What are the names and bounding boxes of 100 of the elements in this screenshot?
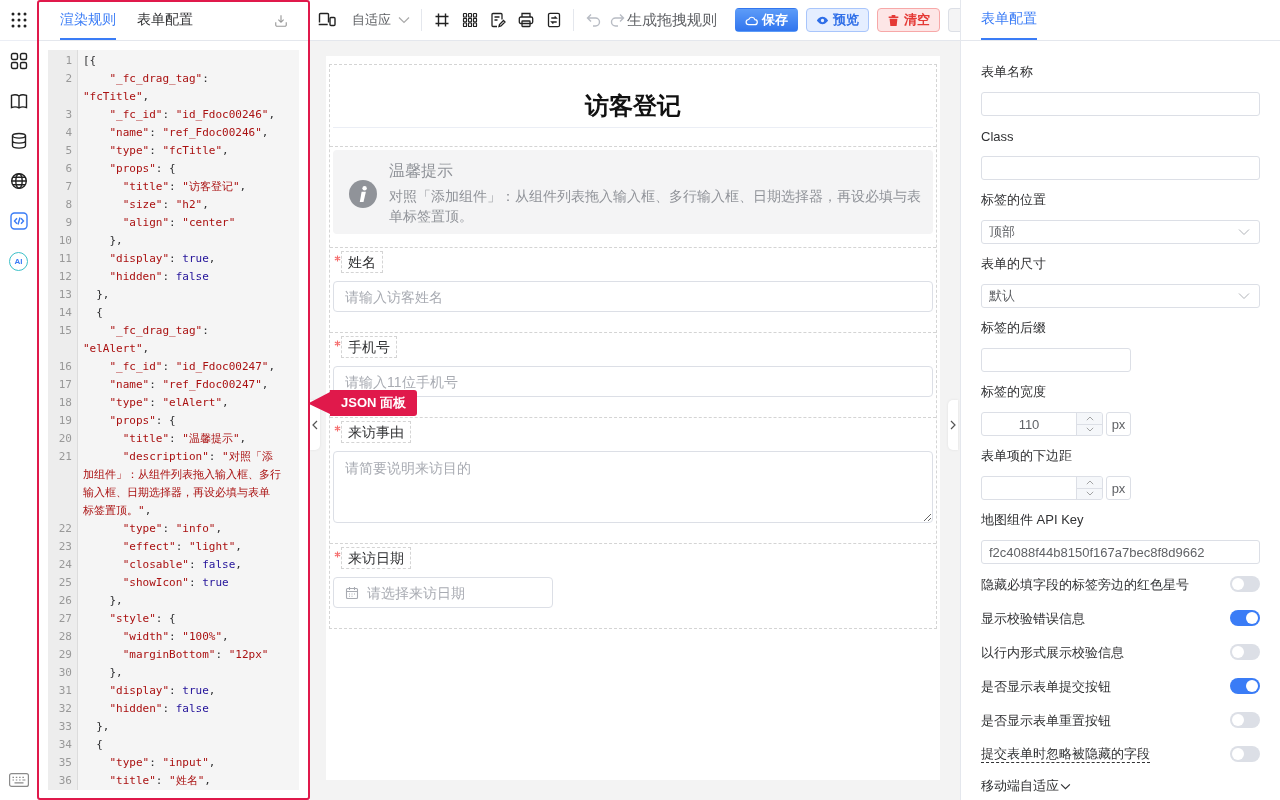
text-input[interactable] — [981, 156, 1260, 180]
field-label: 标签的位置 — [981, 191, 1046, 209]
generate-rules-button[interactable]: 生成拖拽规则 — [627, 10, 717, 30]
line-number: 25 — [58, 576, 72, 589]
toggle-switch[interactable] — [1230, 712, 1260, 728]
text-input[interactable] — [981, 92, 1260, 116]
select-field[interactable]: 顶部 — [981, 220, 1260, 244]
code-icon[interactable] — [9, 212, 28, 230]
line-number: 2 — [65, 72, 72, 85]
code-line: [{ — [83, 53, 97, 69]
monitor-phone-icon[interactable] — [318, 11, 336, 29]
code-line: "display": true, — [109, 683, 216, 699]
text-input[interactable]: 请输入访客姓名 — [333, 281, 933, 312]
line-number: 16 — [58, 360, 72, 373]
line-number: 12 — [58, 270, 72, 283]
form-title: 访客登记 — [585, 91, 681, 121]
code-line: 输入框、日期选择器，再设必填与表单 — [83, 485, 270, 501]
tab[interactable]: 表单配置 — [981, 0, 1037, 40]
line-number: 27 — [58, 612, 72, 625]
tab[interactable]: 表单配置 — [137, 2, 193, 40]
book-icon[interactable] — [9, 92, 28, 110]
code-line: "_fc_drag_tag": — [109, 71, 209, 87]
code-line: "elAlert", — [83, 341, 150, 357]
collapse-toggle[interactable]: 移动端自适应 — [981, 777, 1071, 795]
line-number: 18 — [58, 396, 72, 409]
toggle-switch[interactable] — [1230, 610, 1260, 626]
line-number: 1 — [65, 54, 72, 67]
date-picker[interactable]: 请选择来访日期 — [333, 577, 553, 608]
toggle-switch[interactable] — [1230, 746, 1260, 762]
code-line: "width": "100%", — [122, 629, 229, 645]
document-edit-icon[interactable] — [490, 12, 506, 28]
field-label: 标签的后缀 — [981, 319, 1046, 337]
text-input[interactable]: 请输入11位手机号 — [333, 366, 933, 397]
line-number: 10 — [58, 234, 72, 247]
toolbar-button[interactable]: 清空 — [877, 8, 940, 32]
line-number: 3 — [65, 108, 72, 121]
tab[interactable]: 渲染规则 — [60, 2, 116, 40]
code-line: 加组件」：从组件列表拖入输入框、多行 — [83, 467, 281, 483]
line-number: 13 — [58, 288, 72, 301]
line-number: 20 — [58, 432, 72, 445]
apps-menu-icon[interactable] — [9, 11, 28, 29]
switch-label: 是否显示表单提交按钮 — [981, 677, 1111, 695]
code-line: "type": "fcTitle", — [109, 143, 229, 159]
toolbar-button[interactable]: 预览 — [806, 8, 869, 32]
chevron-up-icon[interactable] — [1085, 479, 1094, 485]
switch-label: 提交表单时忽略被隐藏的字段 — [981, 745, 1150, 763]
code-line: 标签置顶。", — [83, 503, 152, 519]
code-line: "title": "访客登记", — [122, 179, 247, 195]
code-line: "_fc_id": "id_Fdoc00246", — [109, 107, 276, 123]
switch-label: 是否显示表单重置按钮 — [981, 711, 1111, 729]
code-line: }, — [109, 665, 123, 681]
switch-label: 显示校验错误信息 — [981, 609, 1085, 627]
toolbar-button[interactable] — [948, 8, 960, 32]
code-line: }, — [109, 593, 123, 609]
chevron-up-icon[interactable] — [1085, 415, 1094, 421]
code-line: "hidden": false — [109, 269, 209, 285]
toggle-switch[interactable] — [1230, 644, 1260, 660]
document-swap-icon[interactable] — [546, 12, 562, 28]
text-input[interactable]: f2c4088f44b8150f167a7bec8f8d9662 — [981, 540, 1260, 564]
field-label: 手机号 — [341, 336, 397, 358]
grid-icon[interactable] — [462, 12, 478, 28]
frame-icon[interactable] — [434, 12, 450, 28]
select-field[interactable]: 默认 — [981, 284, 1260, 308]
line-number: 36 — [58, 774, 72, 787]
grid-icon[interactable] — [9, 52, 28, 70]
toggle-switch[interactable] — [1230, 678, 1260, 694]
chevron-right-icon[interactable] — [950, 420, 956, 430]
field-label: 来访日期 — [341, 547, 411, 569]
alert-title: 温馨提示 — [389, 161, 453, 181]
number-stepper[interactable] — [1076, 413, 1102, 435]
line-number: 24 — [58, 558, 72, 571]
line-number: 6 — [65, 162, 72, 175]
chevron-down-icon[interactable] — [1060, 782, 1071, 790]
field-label: 姓名 — [341, 251, 383, 273]
trash-icon — [887, 13, 900, 27]
line-number: 8 — [65, 198, 72, 211]
code-line: "title": "姓名", — [109, 773, 211, 789]
printer-icon[interactable] — [518, 12, 534, 28]
text-input[interactable] — [981, 348, 1131, 372]
keyboard-icon[interactable] — [8, 773, 29, 787]
download-icon[interactable] — [274, 14, 288, 28]
textarea-field[interactable]: 请简要说明来访目的 — [333, 451, 933, 523]
code-line: "props": { — [109, 161, 176, 177]
toolbar-button[interactable]: 保存 — [735, 8, 798, 32]
code-line: }, — [96, 287, 110, 303]
device-select[interactable]: 自适应 — [352, 11, 410, 29]
code-line: "name": "ref_Fdoc00247", — [109, 377, 269, 393]
switch-label: 以行内形式展示校验信息 — [981, 643, 1124, 661]
chevron-left-icon[interactable] — [312, 420, 318, 430]
field-label: Class — [981, 128, 1014, 144]
database-icon[interactable] — [9, 132, 28, 150]
field-label: 标签的宽度 — [981, 383, 1046, 401]
globe-icon[interactable] — [9, 172, 28, 190]
number-stepper[interactable] — [1076, 477, 1102, 499]
collapse-handle[interactable] — [948, 400, 958, 450]
line-number: 33 — [58, 720, 72, 733]
line-number: 21 — [58, 450, 72, 463]
toggle-switch[interactable] — [1230, 576, 1260, 592]
field-label: 表单项的下边距 — [981, 447, 1072, 465]
code-line: "style": { — [109, 611, 176, 627]
